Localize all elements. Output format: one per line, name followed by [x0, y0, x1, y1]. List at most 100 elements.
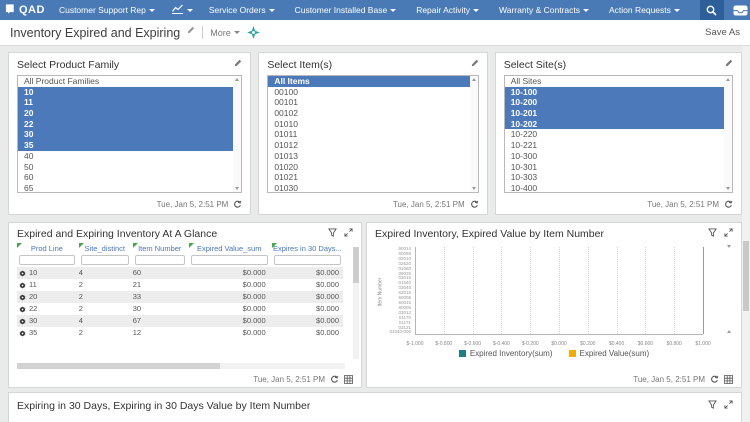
list-option[interactable]: All Items	[268, 76, 469, 87]
scroll-down-arrow-icon[interactable]	[726, 187, 730, 190]
list-option[interactable]: 10-303	[505, 172, 724, 183]
list-option[interactable]: 20	[18, 108, 233, 119]
list-option[interactable]: 10-400	[505, 183, 724, 193]
list-option[interactable]: 10-220	[505, 129, 724, 140]
list-option[interactable]: 65	[18, 183, 233, 193]
scroll-up-arrow-icon[interactable]	[727, 245, 731, 248]
column-filter-input[interactable]	[274, 255, 341, 265]
list-option[interactable]: 22	[18, 119, 233, 130]
column-filter-input[interactable]	[81, 255, 129, 265]
refresh-icon[interactable]	[724, 200, 733, 209]
grid-view-icon[interactable]	[724, 375, 733, 384]
list-option[interactable]: 01021	[268, 172, 469, 183]
filter-icon[interactable]	[708, 400, 717, 409]
column-header[interactable]: Item Number	[133, 243, 187, 267]
list-option[interactable]: 10	[18, 87, 233, 98]
list-option[interactable]: 01020	[268, 162, 469, 173]
save-as-button[interactable]: Save As	[705, 27, 740, 38]
column-filter-input[interactable]	[191, 255, 268, 265]
qad-logo[interactable]: QAD	[5, 3, 45, 17]
filter-icon[interactable]	[708, 228, 717, 237]
gear-icon[interactable]	[19, 306, 26, 313]
filter-icon[interactable]	[328, 228, 337, 237]
inbox-button[interactable]	[733, 5, 748, 16]
nav-menu-service-orders[interactable]: Service Orders	[209, 5, 275, 15]
list-option[interactable]: 10-221	[505, 140, 724, 151]
scroll-down-arrow-icon[interactable]	[472, 187, 476, 190]
gear-icon[interactable]	[19, 330, 26, 337]
gear-icon[interactable]	[19, 318, 26, 325]
column-header[interactable]: Expires in 30 Days...	[272, 243, 343, 267]
table-row[interactable]: 30467$0.000$0.000	[17, 315, 343, 327]
column-header[interactable]: Expired Value_sum	[189, 243, 270, 267]
scroll-down-arrow-icon[interactable]	[235, 187, 239, 190]
dashboards-menu[interactable]	[171, 4, 193, 17]
grid-view-icon[interactable]	[344, 375, 353, 384]
list-option[interactable]: 10-100	[505, 87, 724, 98]
page-scrollbar[interactable]	[742, 46, 750, 422]
scrollbar-thumb[interactable]	[743, 241, 749, 311]
list-option[interactable]: 10-301	[505, 162, 724, 173]
refresh-icon[interactable]	[470, 200, 479, 209]
nav-menu-action-requests[interactable]: Action Requests	[609, 5, 680, 15]
list-option[interactable]: 40	[18, 151, 233, 162]
table-horizontal-scrollbar[interactable]	[17, 363, 345, 369]
nav-menu-repair-activity[interactable]: Repair Activity	[416, 5, 479, 15]
scroll-up-arrow-icon[interactable]	[726, 78, 730, 81]
table-row[interactable]: 22230$0.000$0.000	[17, 303, 343, 315]
scrollbar-thumb[interactable]	[17, 363, 220, 369]
edit-icon[interactable]	[234, 59, 242, 67]
list-option[interactable]: 10-202	[505, 119, 724, 130]
expand-icon[interactable]	[344, 228, 353, 237]
edit-title-icon[interactable]	[187, 26, 195, 34]
list-option[interactable]: 01010	[268, 119, 469, 130]
legend-item[interactable]: Expired Inventory(sum)	[459, 349, 553, 358]
nav-menu-customer-installed-base[interactable]: Customer Installed Base	[295, 5, 397, 15]
column-filter-input[interactable]	[19, 255, 75, 265]
scroll-up-arrow-icon[interactable]	[235, 78, 239, 81]
refresh-icon[interactable]	[710, 375, 719, 384]
edit-icon[interactable]	[471, 59, 479, 67]
table-row[interactable]: 10460$0.000$0.000	[17, 267, 343, 279]
list-scrollbar[interactable]	[470, 76, 478, 192]
list-option[interactable]: 10-300	[505, 151, 724, 162]
refresh-icon[interactable]	[233, 200, 242, 209]
expand-icon[interactable]	[724, 400, 733, 409]
list-option[interactable]: 10-201	[505, 108, 724, 119]
column-header[interactable]: Site_distinct	[79, 243, 131, 267]
list-scrollbar[interactable]	[724, 76, 732, 192]
scroll-up-arrow-icon[interactable]	[472, 78, 476, 81]
list-option[interactable]: 00102	[268, 108, 469, 119]
scroll-down-arrow-icon[interactable]	[727, 330, 731, 333]
search-button[interactable]	[700, 0, 724, 20]
list-option[interactable]: 00100	[268, 87, 469, 98]
list-option[interactable]: 01013	[268, 151, 469, 162]
list-option[interactable]: 11	[18, 97, 233, 108]
drill-anywhere-icon[interactable]	[247, 26, 260, 39]
gear-icon[interactable]	[19, 282, 26, 289]
list-option[interactable]: 50	[18, 162, 233, 173]
list-option[interactable]: All Sites	[505, 76, 724, 87]
list-option[interactable]: 01030	[268, 183, 469, 193]
list-option[interactable]: 35	[18, 140, 233, 151]
gear-icon[interactable]	[19, 270, 26, 277]
table-row[interactable]: 20233$0.000$0.000	[17, 291, 343, 303]
gear-icon[interactable]	[19, 294, 26, 301]
list-option[interactable]: All Product Families	[18, 76, 233, 87]
list-option[interactable]: 00101	[268, 97, 469, 108]
list-option[interactable]: 01011	[268, 129, 469, 140]
expand-icon[interactable]	[724, 228, 733, 237]
role-menu[interactable]: Customer Support Rep	[59, 5, 155, 15]
list-option[interactable]: 01012	[268, 140, 469, 151]
column-filter-input[interactable]	[135, 255, 185, 265]
column-header[interactable]: Prod Line	[17, 243, 77, 267]
table-row[interactable]: 35212$0.000$0.000	[17, 327, 343, 339]
scrollbar-thumb[interactable]	[353, 247, 359, 283]
list-option[interactable]: 30	[18, 129, 233, 140]
list-scrollbar[interactable]	[233, 76, 241, 192]
table-vertical-scrollbar[interactable]	[353, 247, 359, 359]
more-menu[interactable]: More	[210, 28, 240, 38]
list-option[interactable]: 10-200	[505, 97, 724, 108]
list-option[interactable]: 60	[18, 172, 233, 183]
refresh-icon[interactable]	[330, 375, 339, 384]
